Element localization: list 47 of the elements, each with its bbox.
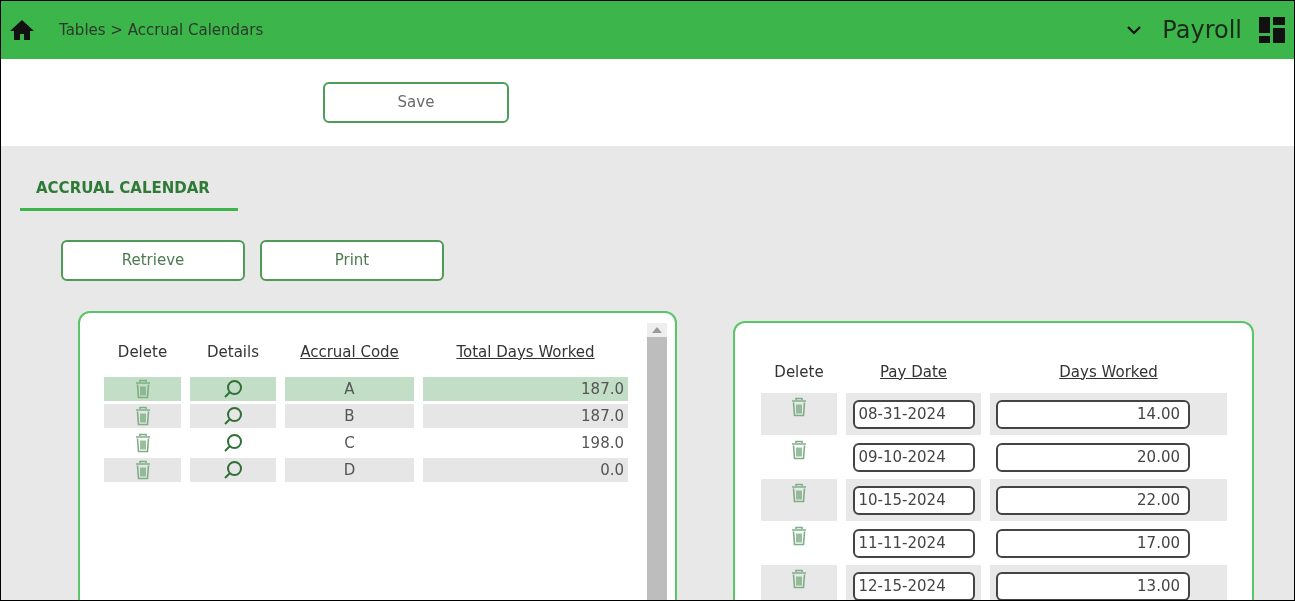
- trash-icon[interactable]: [790, 526, 808, 546]
- date-field[interactable]: 11-11-2024: [852, 528, 975, 558]
- search-icon[interactable]: [223, 433, 243, 453]
- trash-icon[interactable]: [790, 440, 808, 460]
- trash-icon[interactable]: [133, 460, 152, 480]
- table-cell: A: [285, 377, 414, 401]
- date-field[interactable]: 08-31-2024: [852, 399, 975, 429]
- chevron-down-icon[interactable]: [1126, 25, 1143, 35]
- trash-icon[interactable]: [790, 483, 808, 503]
- search-icon[interactable]: [223, 406, 243, 426]
- column-header[interactable]: Pay Date: [846, 360, 981, 383]
- days-field[interactable]: 22.00: [996, 485, 1190, 515]
- days-field[interactable]: 17.00: [996, 528, 1190, 558]
- column-header: Delete: [773, 361, 825, 383]
- save-button[interactable]: Save: [323, 82, 509, 123]
- home-icon[interactable]: [9, 19, 35, 41]
- scrollbar[interactable]: [647, 322, 667, 600]
- date-field[interactable]: 10-15-2024: [852, 485, 975, 515]
- scroll-up-icon[interactable]: [652, 326, 662, 333]
- column-header: Delete: [116, 341, 169, 363]
- trash-icon[interactable]: [133, 433, 152, 453]
- days-field[interactable]: 14.00: [996, 399, 1190, 429]
- dashboard-icon[interactable]: [1258, 16, 1286, 44]
- search-icon[interactable]: [223, 379, 243, 399]
- trash-icon[interactable]: [133, 379, 152, 399]
- trash-icon[interactable]: [790, 397, 808, 417]
- days-field[interactable]: 20.00: [996, 442, 1190, 472]
- column-header[interactable]: Total Days Worked: [423, 340, 628, 363]
- date-field[interactable]: 09-10-2024: [852, 442, 975, 472]
- trash-icon[interactable]: [790, 569, 808, 589]
- column-header: Details: [206, 341, 260, 363]
- days-field[interactable]: 13.00: [996, 571, 1190, 600]
- column-header[interactable]: Days Worked: [990, 360, 1227, 383]
- search-icon[interactable]: [223, 460, 243, 480]
- table-cell: 0.0: [423, 458, 628, 482]
- table-cell: D: [285, 458, 414, 482]
- breadcrumb: Tables > Accrual Calendars: [59, 19, 264, 41]
- section-tab[interactable]: ACCRUAL CALENDAR: [20, 177, 238, 211]
- table-cell: 187.0: [423, 404, 628, 428]
- action-button[interactable]: Print: [260, 239, 444, 281]
- column-header[interactable]: Accrual Code: [285, 340, 414, 363]
- app-name: Payroll: [1162, 15, 1242, 46]
- table-cell: 187.0: [423, 377, 628, 401]
- action-button[interactable]: Retrieve: [61, 239, 245, 281]
- date-field[interactable]: 12-15-2024: [852, 571, 975, 600]
- trash-icon[interactable]: [133, 406, 152, 426]
- table-cell: B: [285, 404, 414, 428]
